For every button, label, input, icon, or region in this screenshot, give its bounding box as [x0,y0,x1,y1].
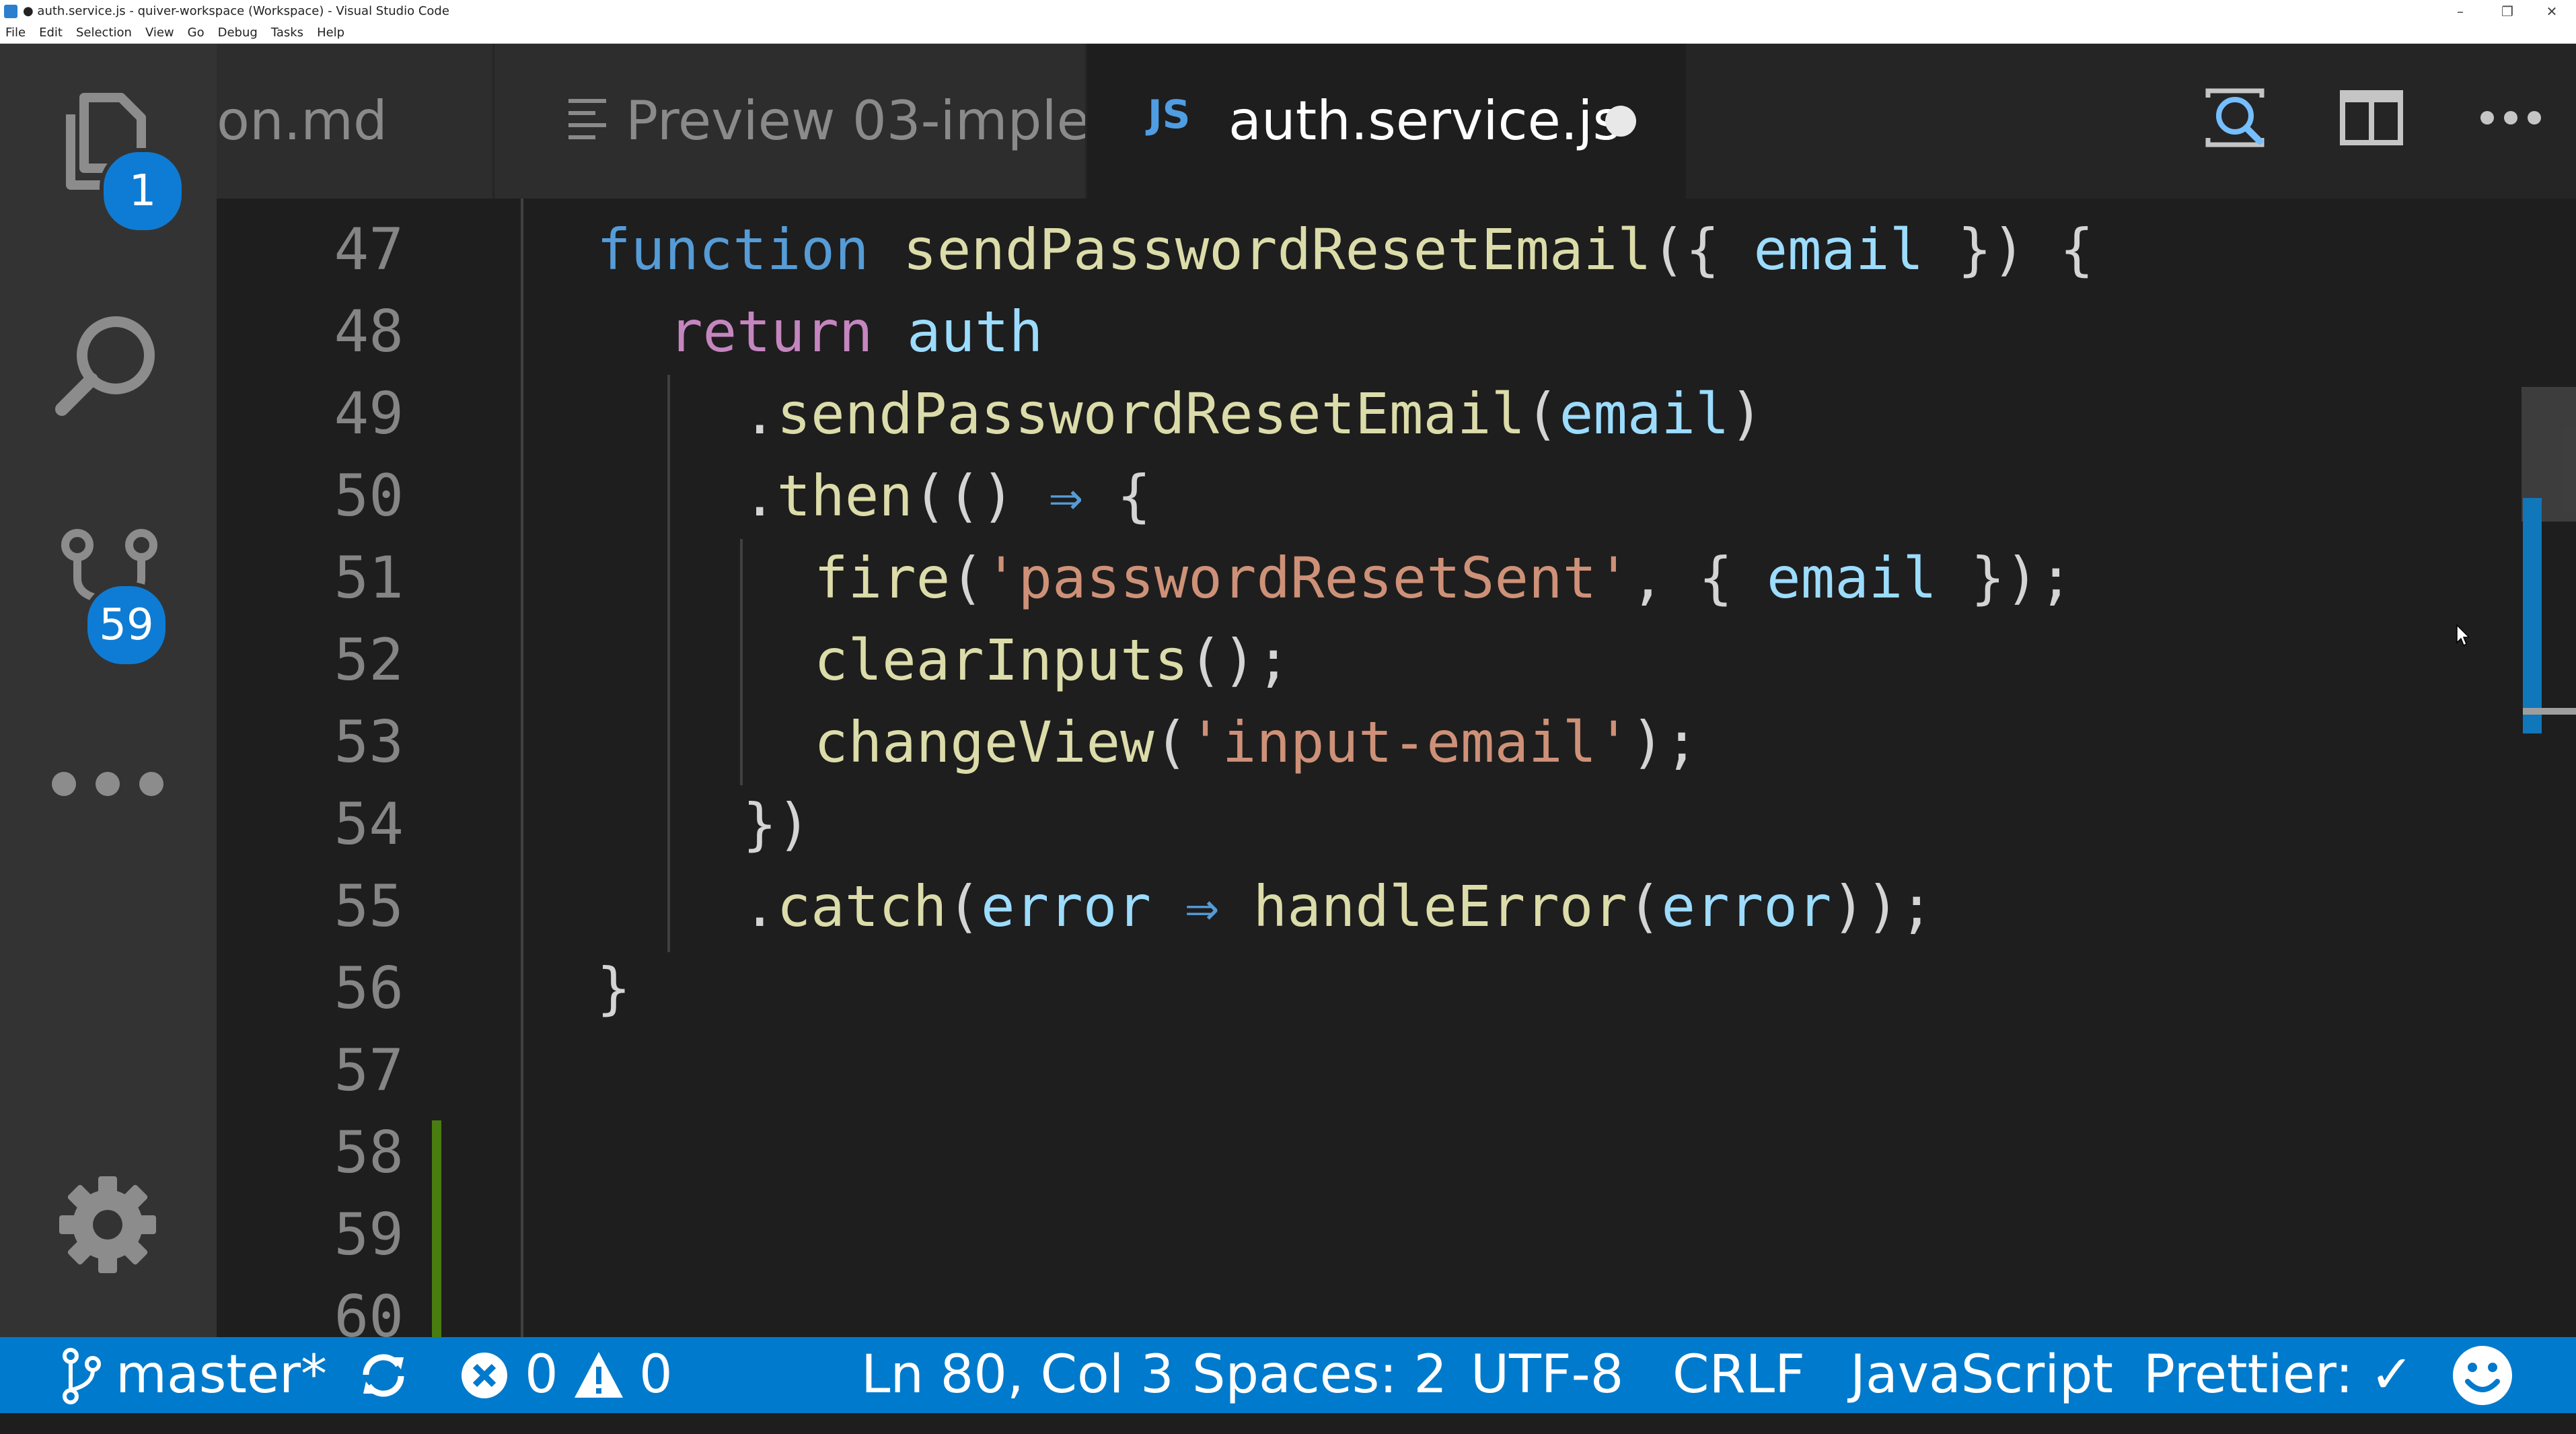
window-title: ● auth.service.js - quiver-workspace (Wo… [23,4,449,18]
scrollbar-change-marker [2523,498,2542,733]
warning-icon [575,1352,623,1398]
line-number: 55 [334,873,404,940]
tab-label: on.md [217,89,388,152]
menu-view[interactable]: View [145,23,174,43]
menu-selection[interactable]: Selection [76,23,132,43]
cursor-position[interactable]: Ln 80, Col 3 [861,1337,1174,1413]
branch-name: master* [116,1345,328,1405]
menu-file[interactable]: File [5,23,26,43]
feedback-smiley-icon[interactable] [2449,1337,2516,1413]
code-line-56: } [597,956,631,1021]
settings-gear-icon[interactable] [47,1164,168,1285]
preview-icon [568,44,609,199]
line-number: 58 [334,1119,404,1186]
code-line-55: .catch(error ⇒ handleError(error)); [743,873,1934,939]
sync-icon[interactable] [357,1337,410,1413]
search-icon[interactable] [47,303,168,424]
vscode-logo-icon [4,5,17,18]
error-count: 0 [525,1345,558,1405]
close-button[interactable]: ✕ [2536,0,2567,23]
encoding-status[interactable]: UTF-8 [1471,1337,1623,1413]
menu-debug[interactable]: Debug [218,23,258,43]
code-line-49: .sendPasswordResetEmail(email) [743,381,1764,447]
code-line-50: .then(() ⇒ { [743,463,1151,529]
code-line-47: function sendPasswordResetEmail({ email … [597,217,2094,283]
line-ending-status[interactable]: CRLF [1672,1337,1805,1413]
indent-guide [667,375,670,952]
more-icon[interactable] [47,744,168,865]
status-bar: master* 0 0 Ln 80, Col 3 Spaces: 2 UTF-8… [0,1337,2576,1413]
git-branch-icon [63,1348,101,1404]
git-added-lines-marker[interactable] [432,1120,441,1337]
split-editor-icon[interactable] [2334,81,2408,155]
line-number: 56 [334,955,404,1022]
code-line-52: clearInputs(); [814,627,1291,693]
line-number: 53 [334,709,404,776]
line-number: 60 [334,1283,404,1337]
tab-implementation-md[interactable]: on.md [217,44,492,199]
minimize-button[interactable]: – [2445,0,2476,23]
line-number: 51 [334,544,404,612]
menu-tasks[interactable]: Tasks [271,23,303,43]
line-number: 52 [334,626,404,694]
line-number: 59 [334,1201,404,1268]
line-number: 57 [334,1037,404,1104]
prettier-status[interactable]: Prettier: ✓ [2143,1337,2414,1413]
tab-auth-service-js[interactable]: JS auth.service.js [1087,44,1686,199]
maximize-button[interactable]: ❐ [2492,0,2523,23]
language-mode-status[interactable]: JavaScript [1850,1337,2113,1413]
indent-guide [740,539,743,785]
code-line-48: return auth [669,299,1043,365]
title-bar: ● auth.service.js - quiver-workspace (Wo… [0,0,2576,23]
line-number: 50 [334,462,404,530]
open-preview-icon[interactable] [2198,81,2272,155]
code-line-54: }) [743,791,811,857]
tab-label: auth.service.js [1228,89,1621,152]
indentation-status[interactable]: Spaces: 2 [1192,1337,1447,1413]
line-number: 48 [334,298,404,365]
source-control-badge: 59 [83,582,170,668]
tab-label: Preview 03-implementation.md [626,89,1085,152]
explorer-badge: 1 [100,148,186,234]
mouse-pointer-icon [2456,624,2470,647]
line-number-gutter: 47 48 49 50 51 52 53 54 55 56 57 58 59 6… [217,199,523,1337]
tab-preview-implementation[interactable]: Preview 03-implementation.md [494,44,1085,199]
menu-edit[interactable]: Edit [39,23,63,43]
line-number: 54 [334,791,404,858]
editor-tabs: on.md Preview 03-implementation.md JS au… [217,44,2576,199]
more-actions-icon[interactable] [2474,81,2548,155]
menu-bar: File Edit Selection View Go Debug Tasks Help [0,23,2576,44]
menu-go[interactable]: Go [188,23,205,43]
code-line-51: fire('passwordResetSent', { email }); [814,545,2073,611]
scrollbar-cursor-marker [2523,708,2576,715]
line-number: 49 [334,380,404,447]
error-icon [462,1353,507,1398]
activity-bar: 1 59 [0,44,217,1337]
unsaved-dot-icon[interactable] [1605,106,1636,137]
menu-help[interactable]: Help [317,23,344,43]
javascript-file-icon: JS [1148,92,1191,137]
line-number: 47 [334,216,404,283]
code-editor[interactable]: 47 48 49 50 51 52 53 54 55 56 57 58 59 6… [217,199,2576,1337]
code-line-53: changeView('input-email'); [814,709,1699,775]
warning-count: 0 [639,1345,673,1405]
